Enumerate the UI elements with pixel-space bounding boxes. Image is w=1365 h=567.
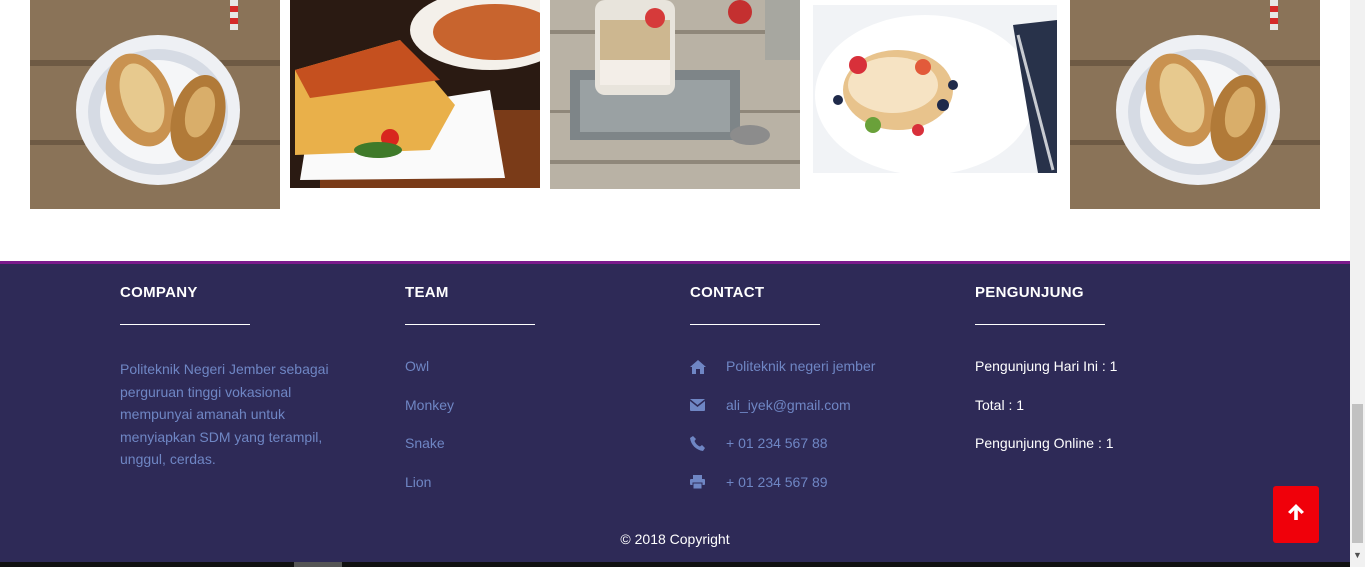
copyright-text: © 2018 Copyright bbox=[620, 531, 730, 547]
visitors-heading: PENGUNJUNG bbox=[975, 284, 1084, 301]
gallery-photo-bread-rolls-2[interactable] bbox=[1070, 0, 1320, 209]
company-heading: COMPANY bbox=[120, 284, 198, 301]
heading-divider bbox=[690, 324, 820, 325]
gallery-photo-quiche[interactable] bbox=[290, 0, 540, 188]
footer-visitors: PENGUNJUNG Pengunjung Hari Ini : 1 Total… bbox=[975, 284, 1215, 474]
footer-contact: CONTACT Politeknik negeri jember ali_iye… bbox=[690, 284, 930, 512]
contact-phone-text: + 01 234 567 88 bbox=[726, 435, 828, 451]
back-to-top-button[interactable] bbox=[1273, 486, 1319, 543]
heading-divider bbox=[405, 324, 535, 325]
envelope-icon bbox=[690, 397, 726, 414]
phone-icon bbox=[690, 435, 726, 452]
company-description: Politeknik Negeri Jember sebagai perguru… bbox=[120, 361, 329, 467]
team-link-owl[interactable]: Owl bbox=[405, 358, 645, 397]
contact-fax[interactable]: + 01 234 567 89 bbox=[690, 474, 930, 513]
scrollbar-thumb[interactable] bbox=[1352, 404, 1363, 543]
contact-heading: CONTACT bbox=[690, 284, 765, 301]
contact-email[interactable]: ali_iyek@gmail.com bbox=[690, 397, 930, 436]
team-heading: TEAM bbox=[405, 284, 449, 301]
contact-address-text: Politeknik negeri jember bbox=[726, 358, 876, 374]
footer-company: COMPANY Politeknik Negeri Jember sebagai… bbox=[120, 284, 360, 471]
heading-divider bbox=[120, 324, 250, 325]
contact-fax-text: + 01 234 567 89 bbox=[726, 473, 828, 490]
gallery-photo-pancakes[interactable] bbox=[813, 5, 1057, 173]
visitors-online: Pengunjung Online : 1 bbox=[975, 435, 1114, 451]
visitors-today: Pengunjung Hari Ini : 1 bbox=[975, 358, 1118, 374]
gallery-photo-bread-rolls[interactable] bbox=[30, 0, 280, 209]
contact-email-text: ali_iyek@gmail.com bbox=[726, 396, 851, 413]
contact-phone[interactable]: + 01 234 567 88 bbox=[690, 435, 930, 474]
heading-divider bbox=[975, 324, 1105, 325]
footer-team: TEAM Owl Monkey Snake Lion bbox=[405, 284, 645, 512]
contact-address[interactable]: Politeknik negeri jember bbox=[690, 358, 930, 397]
taskbar-item bbox=[294, 562, 342, 567]
team-link-snake[interactable]: Snake bbox=[405, 435, 645, 474]
arrow-up-icon bbox=[1287, 503, 1305, 526]
gallery bbox=[0, 0, 1350, 262]
visitors-total: Total : 1 bbox=[975, 396, 1025, 413]
taskbar-edge bbox=[0, 562, 1350, 567]
print-icon bbox=[690, 474, 726, 491]
home-icon bbox=[690, 358, 726, 375]
scroll-down-arrow[interactable]: ▼ bbox=[1350, 543, 1365, 567]
gallery-photo-oats-parfait[interactable] bbox=[550, 0, 800, 189]
team-link-monkey[interactable]: Monkey bbox=[405, 397, 645, 436]
site-footer: COMPANY Politeknik Negeri Jember sebagai… bbox=[0, 261, 1350, 567]
team-link-lion[interactable]: Lion bbox=[405, 474, 645, 513]
